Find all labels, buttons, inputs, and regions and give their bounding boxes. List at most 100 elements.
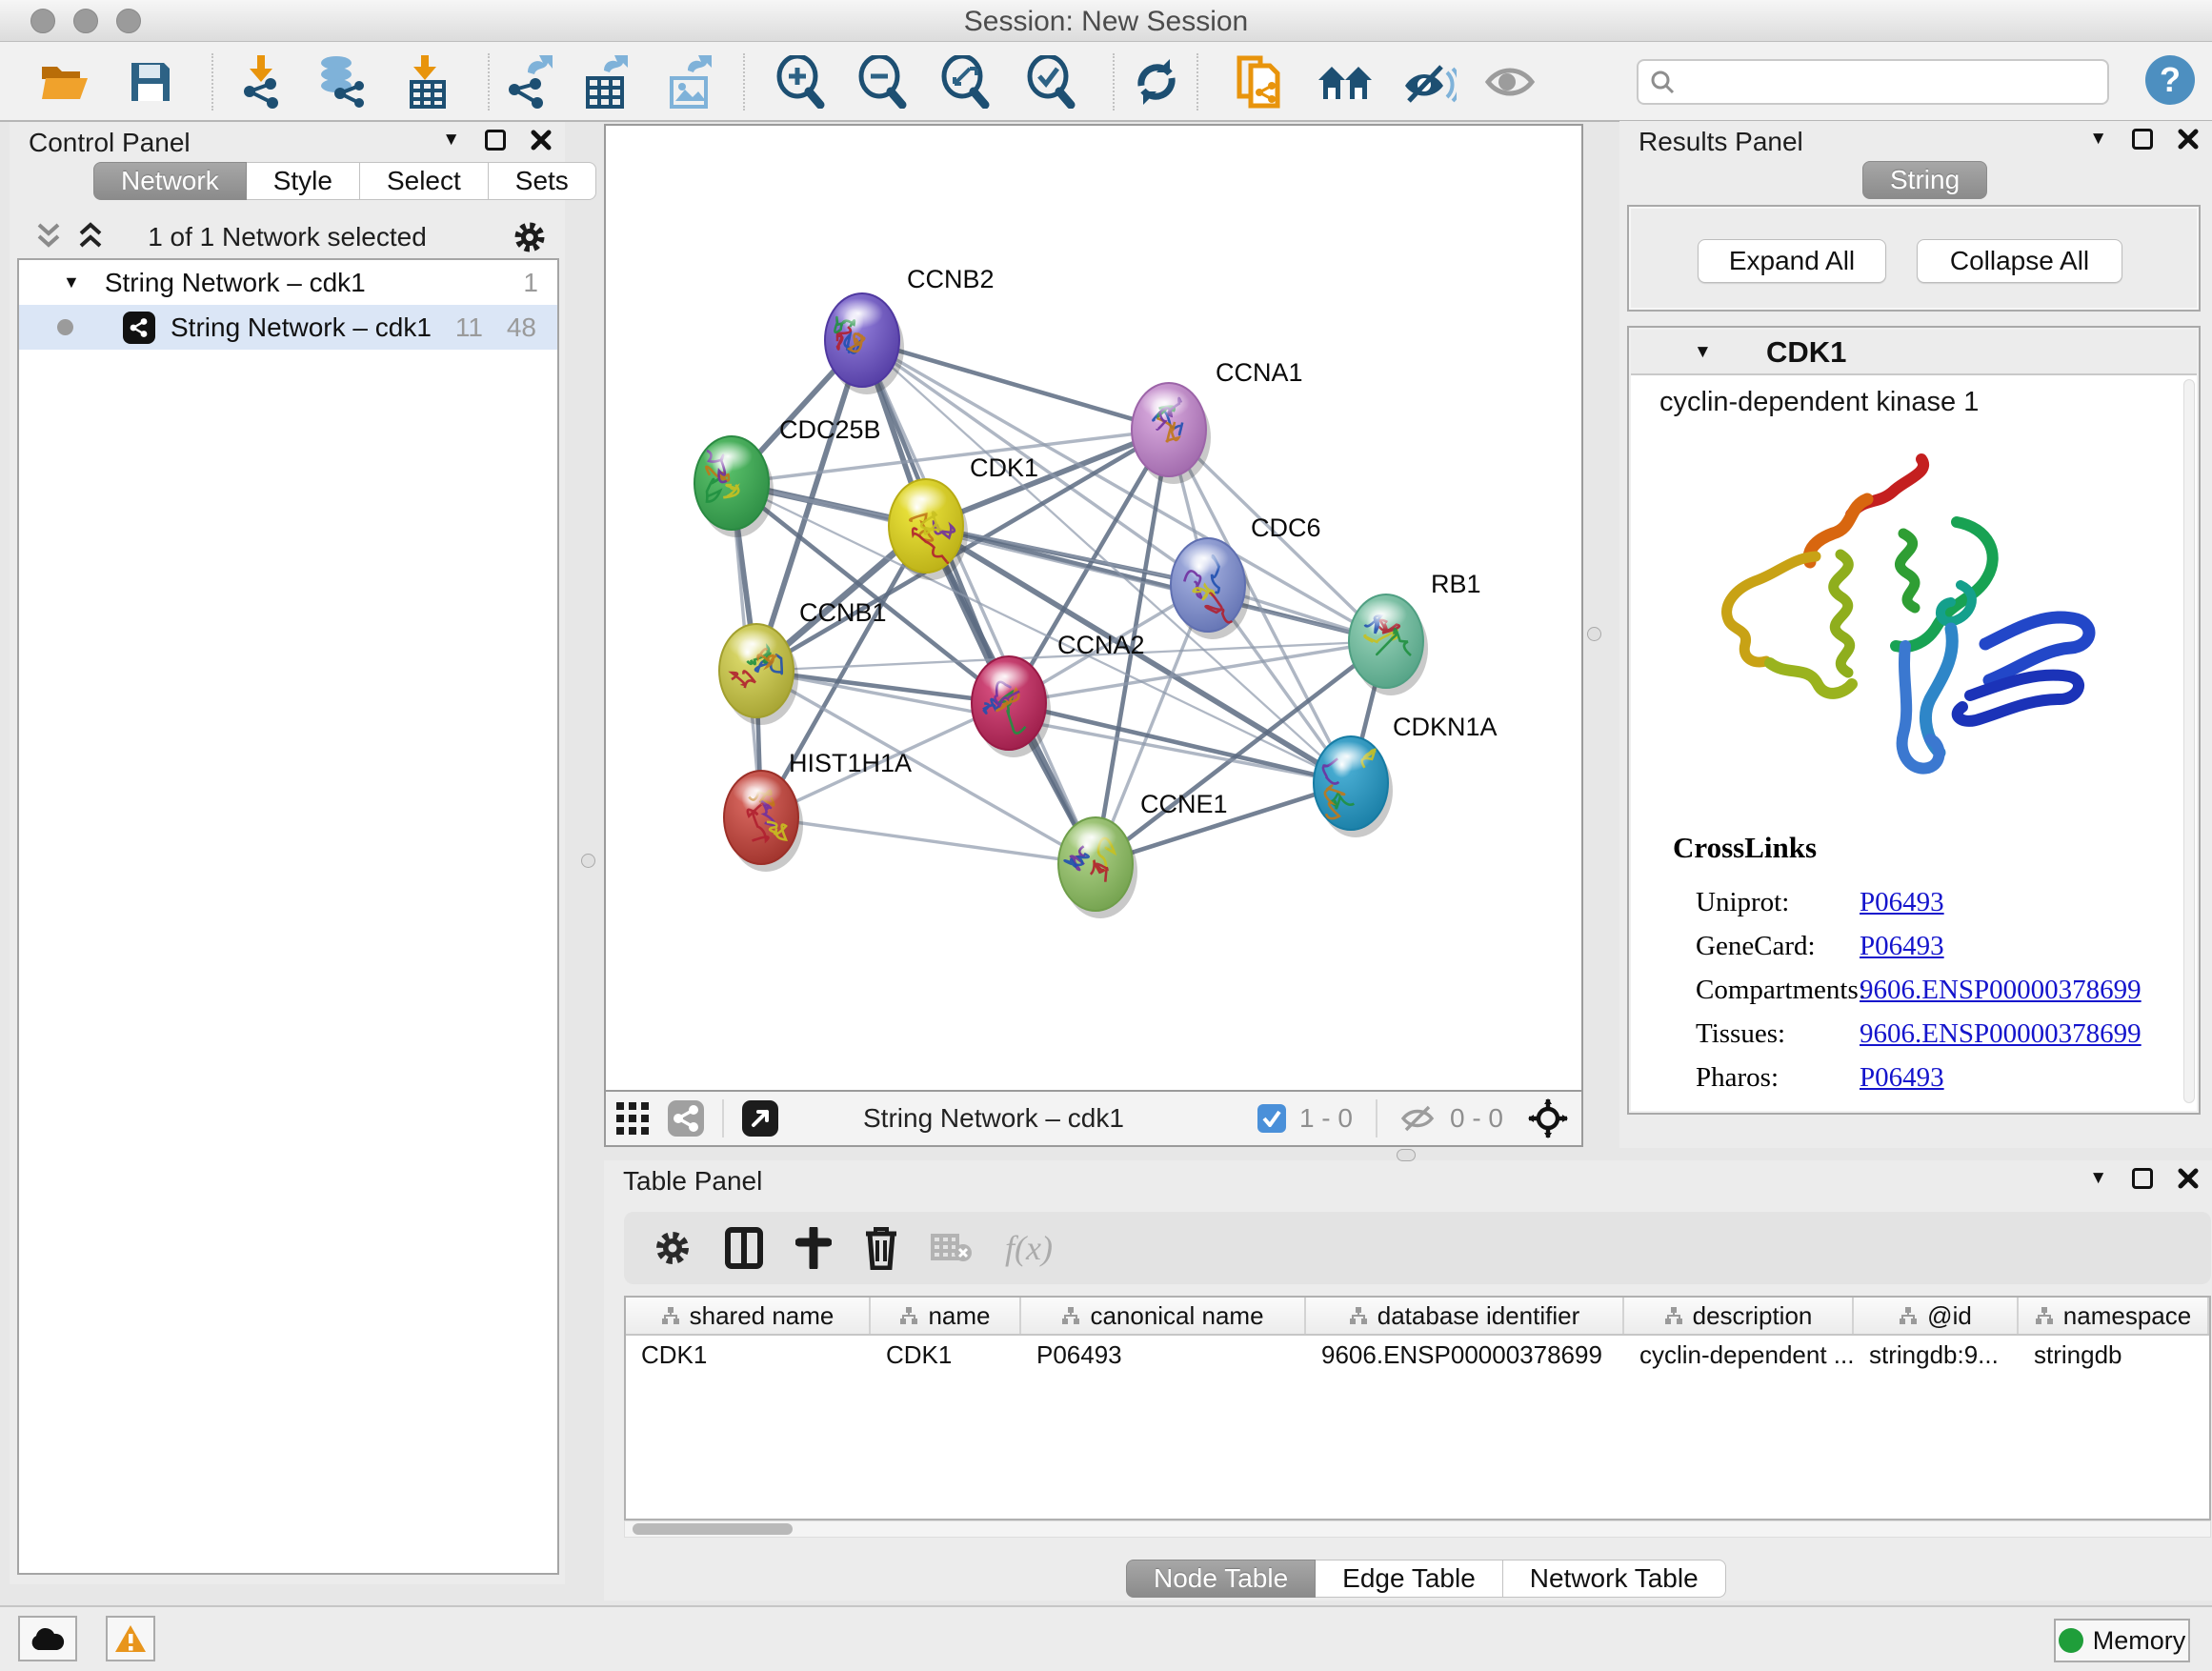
left-divider-grip[interactable] xyxy=(581,854,595,868)
tab-sets[interactable]: Sets xyxy=(489,162,596,200)
network-node-CCNE1[interactable]: CCNE1 xyxy=(1058,790,1228,918)
gene-section-header[interactable]: ▼ CDK1 xyxy=(1631,330,2197,375)
column-type-icon xyxy=(661,1306,680,1325)
column-header-namespace[interactable]: namespace xyxy=(2019,1298,2209,1334)
column-header-name[interactable]: name xyxy=(871,1298,1021,1334)
tab-string[interactable]: String xyxy=(1862,161,1987,199)
results-panel: Results Panel ▼ String Expand All Collap… xyxy=(1619,121,2212,1148)
column-header-description[interactable]: description xyxy=(1624,1298,1854,1334)
results-scrollbar[interactable] xyxy=(2183,379,2195,1103)
network-row[interactable]: String Network – cdk1 11 48 xyxy=(19,305,557,350)
column-header-canonical-name[interactable]: canonical name xyxy=(1021,1298,1306,1334)
grid-view-icon[interactable] xyxy=(606,1092,659,1145)
crosslink-link[interactable]: P06493 xyxy=(1860,931,1944,962)
export-table-icon[interactable] xyxy=(577,55,634,109)
node-label-CDKN1A: CDKN1A xyxy=(1393,713,1498,741)
network-share-icon[interactable] xyxy=(659,1092,713,1145)
gene-collapse-icon[interactable]: ▼ xyxy=(1694,342,1712,363)
table-horizontal-scrollbar[interactable] xyxy=(624,1520,2211,1538)
delete-table-icon xyxy=(931,1232,973,1264)
memory-button[interactable]: Memory xyxy=(2054,1619,2190,1662)
collapse-all-button[interactable]: Collapse All xyxy=(1917,239,2122,283)
copy-style-icon[interactable] xyxy=(1231,55,1288,109)
network-view-canvas[interactable]: CCNB2CCNA1CDC25BCDK1CDC6RB1CCNB1CCNA2CDK… xyxy=(604,124,1583,1092)
refresh-icon[interactable] xyxy=(1128,55,1185,109)
right-divider-grip[interactable] xyxy=(1587,627,1601,641)
table-cell[interactable]: stringdb xyxy=(2019,1336,2209,1374)
panel-close-icon[interactable] xyxy=(2178,1168,2199,1189)
open-session-icon[interactable] xyxy=(36,55,93,109)
save-session-icon[interactable] xyxy=(122,55,179,109)
tab-style[interactable]: Style xyxy=(247,162,360,200)
expand-all-button[interactable]: Expand All xyxy=(1698,239,1886,283)
panel-float-icon[interactable]: ▼ xyxy=(2089,1168,2107,1189)
crosslink-link[interactable]: P06493 xyxy=(1860,1062,1944,1094)
add-column-icon[interactable] xyxy=(795,1227,832,1269)
export-network-icon[interactable] xyxy=(499,55,556,109)
search-field[interactable] xyxy=(1637,59,2109,105)
import-network-database-icon[interactable] xyxy=(311,55,368,109)
crosslink-link[interactable]: 9606.ENSP00000378699 xyxy=(1860,1018,2142,1050)
zoom-in-icon[interactable] xyxy=(772,55,829,109)
selected-checkbox-icon[interactable] xyxy=(1257,1104,1286,1133)
panel-close-icon[interactable] xyxy=(531,130,552,151)
tab-edge-table[interactable]: Edge Table xyxy=(1316,1560,1503,1598)
tab-network-table[interactable]: Network Table xyxy=(1503,1560,1726,1598)
node-table[interactable]: shared namenamecanonical namedatabase id… xyxy=(624,1296,2211,1520)
zoom-fit-icon[interactable] xyxy=(936,55,994,109)
table-cell[interactable]: CDK1 xyxy=(626,1336,871,1374)
show-all-icon[interactable] xyxy=(1482,55,1539,109)
column-header--id[interactable]: @id xyxy=(1854,1298,2019,1334)
delete-column-icon[interactable] xyxy=(864,1226,898,1270)
tab-node-table[interactable]: Node Table xyxy=(1126,1560,1316,1598)
panel-maximize-icon[interactable] xyxy=(2132,129,2153,150)
zoom-selected-icon[interactable] xyxy=(1022,55,1079,109)
panel-float-icon[interactable]: ▼ xyxy=(442,130,460,151)
show-columns-icon[interactable] xyxy=(725,1227,763,1269)
network-icon xyxy=(123,312,155,344)
zoom-out-icon[interactable] xyxy=(854,55,911,109)
network-edge[interactable] xyxy=(761,817,1096,864)
panel-maximize-icon[interactable] xyxy=(485,130,506,151)
network-collection-row[interactable]: ▼ String Network – cdk1 1 xyxy=(19,260,557,305)
column-header-database-identifier[interactable]: database identifier xyxy=(1306,1298,1624,1334)
node-label-CCNE1: CCNE1 xyxy=(1140,790,1228,818)
table-cell[interactable]: CDK1 xyxy=(871,1336,1021,1374)
network-node-CDKN1A[interactable]: CDKN1A xyxy=(1314,713,1498,837)
warnings-button[interactable] xyxy=(106,1616,155,1661)
panel-float-icon[interactable]: ▼ xyxy=(2089,129,2107,150)
search-input[interactable] xyxy=(1637,59,2109,105)
crosslink-link[interactable]: 9606.ENSP00000378699 xyxy=(1860,975,2142,1006)
table-cell[interactable]: P06493 xyxy=(1021,1336,1306,1374)
network-node-CCNA1[interactable]: CCNA1 xyxy=(1132,358,1303,484)
help-button[interactable]: ? xyxy=(2145,55,2195,105)
table-cell[interactable]: 9606.ENSP00000378699 xyxy=(1306,1336,1624,1374)
hide-selected-icon[interactable] xyxy=(1400,55,1458,109)
panel-close-icon[interactable] xyxy=(2178,129,2199,150)
export-image-icon[interactable] xyxy=(661,55,718,109)
home-layout-icon[interactable] xyxy=(1317,55,1374,109)
network-edge[interactable] xyxy=(1009,703,1351,783)
network-node-HIST1H1A[interactable]: HIST1H1A xyxy=(724,749,912,872)
fit-selected-crosshair-icon[interactable] xyxy=(1528,1098,1568,1138)
column-header-shared-name[interactable]: shared name xyxy=(626,1298,871,1334)
table-row[interactable]: CDK1CDK1P064939606.ENSP00000378699cyclin… xyxy=(626,1336,2209,1374)
network-edge[interactable] xyxy=(862,340,1169,430)
import-table-file-icon[interactable] xyxy=(398,55,455,109)
scrollbar-thumb[interactable] xyxy=(633,1523,793,1535)
crosslink-link[interactable]: P06493 xyxy=(1860,887,1944,918)
network-node-RB1[interactable]: RB1 xyxy=(1349,570,1481,695)
tab-select[interactable]: Select xyxy=(360,162,489,200)
birdseye-view-icon[interactable] xyxy=(734,1092,787,1145)
hidden-eye-icon[interactable] xyxy=(1400,1104,1437,1133)
table-cell[interactable]: cyclin-dependent ... xyxy=(1624,1336,1854,1374)
table-settings-gear-icon[interactable] xyxy=(653,1228,693,1268)
bottom-divider-grip[interactable] xyxy=(1397,1149,1416,1161)
panel-maximize-icon[interactable] xyxy=(2132,1168,2153,1189)
cloud-status-button[interactable] xyxy=(18,1616,77,1661)
table-cell[interactable]: stringdb:9... xyxy=(1854,1336,2019,1374)
collection-expand-icon[interactable]: ▼ xyxy=(63,272,80,292)
tab-network[interactable]: Network xyxy=(93,162,247,200)
network-options-gear-icon[interactable] xyxy=(512,219,548,255)
import-network-file-icon[interactable] xyxy=(232,55,290,109)
